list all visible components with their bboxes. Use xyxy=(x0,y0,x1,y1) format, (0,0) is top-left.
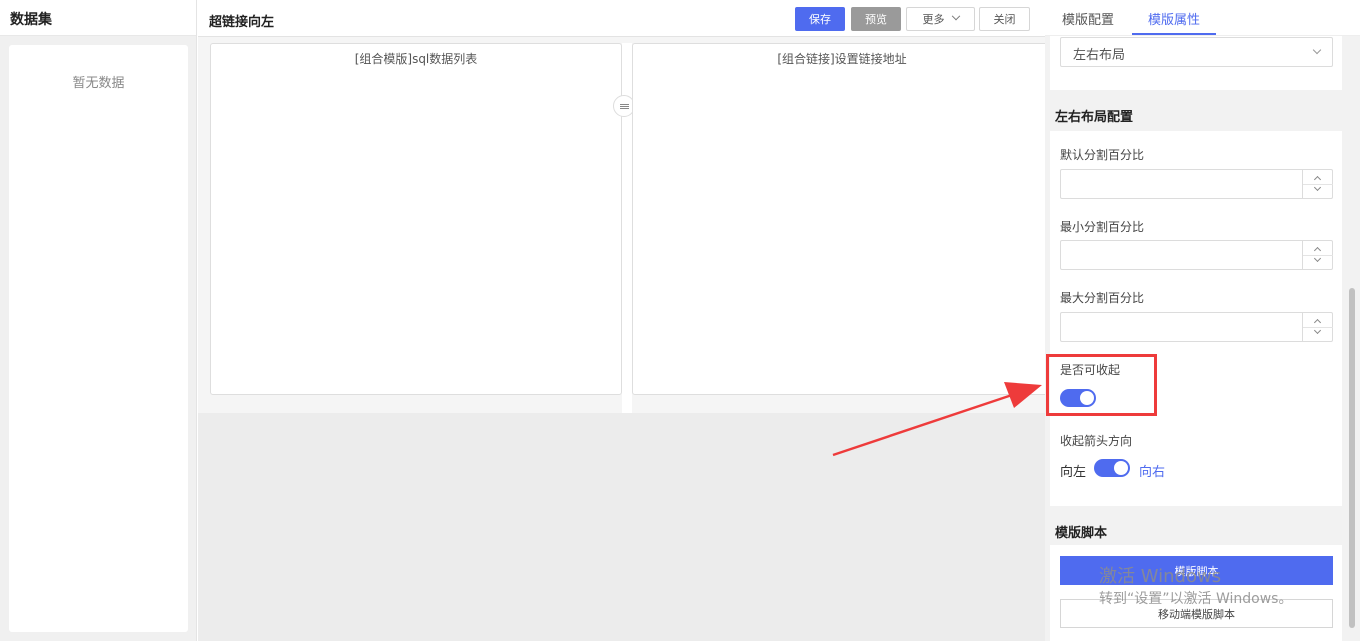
layout-config-title: 左右布局配置 xyxy=(1055,110,1134,125)
default-split-stepper[interactable] xyxy=(1302,170,1333,198)
more-dropdown-button[interactable]: 更多 xyxy=(906,7,975,31)
template-script-button[interactable]: 模版脚本 xyxy=(1060,556,1333,585)
editor-toolbar: 超链接向左 保存 预览 更多 关闭 xyxy=(198,0,1045,37)
layout-type-value: 左右布局 xyxy=(1073,48,1126,63)
chevron-down-icon xyxy=(1313,183,1322,192)
chevron-down-icon xyxy=(1313,254,1322,263)
active-tab-indicator xyxy=(1132,33,1216,35)
layout-canvas: [组合模版]sql数据列表 [组合链接]设置链接地址 xyxy=(198,37,1052,413)
template-script-title: 模版脚本 xyxy=(1055,526,1108,541)
right-pane-title: [组合链接]设置链接地址 xyxy=(777,52,907,66)
dataset-panel-title: 数据集 xyxy=(0,0,196,36)
more-button-label: 更多 xyxy=(922,13,945,26)
layout-type-select[interactable]: 左右布局 xyxy=(1060,37,1333,67)
layout-type-card: 左右布局 xyxy=(1050,36,1342,90)
chevron-down-icon xyxy=(1313,326,1322,335)
arrow-direction-toggle[interactable] xyxy=(1094,459,1130,477)
layout-config-card: 默认分割百分比 最小分割百分比 最大分割百分比 是否可收起 收起箭头方向 向左 … xyxy=(1050,131,1342,506)
left-pane-title: [组合模版]sql数据列表 xyxy=(354,52,478,66)
default-split-label: 默认分割百分比 xyxy=(1060,148,1145,162)
page-title: 超链接向左 xyxy=(209,15,275,30)
editor-area: 超链接向左 保存 预览 更多 关闭 [组合模版]sql数据列表 [组合链接]设置… xyxy=(198,0,1052,641)
mobile-script-button[interactable]: 移动端模版脚本 xyxy=(1060,599,1333,628)
left-pane[interactable]: [组合模版]sql数据列表 xyxy=(210,43,622,395)
chevron-up-icon xyxy=(1313,175,1322,184)
tab-template-config[interactable]: 模版配置 xyxy=(1062,9,1114,28)
max-split-stepper[interactable] xyxy=(1302,313,1333,341)
dataset-list: 暂无数据 xyxy=(9,45,188,632)
chevron-up-icon xyxy=(1313,246,1322,255)
min-split-stepper[interactable] xyxy=(1302,241,1333,269)
properties-panel: 模版配置 模版属性 左右布局 左右布局配置 默认分割百分比 最小分割百分比 最大… xyxy=(1045,0,1360,641)
chevron-up-icon xyxy=(1313,318,1322,327)
default-split-input[interactable] xyxy=(1060,169,1333,199)
dataset-panel: 数据集 暂无数据 xyxy=(0,0,197,641)
highlight-annotation-box xyxy=(1046,354,1157,416)
right-pane[interactable]: [组合链接]设置链接地址 xyxy=(632,43,1052,395)
close-button[interactable]: 关闭 xyxy=(979,7,1030,31)
min-split-input[interactable] xyxy=(1060,240,1333,270)
arrow-direction-label: 收起箭头方向 xyxy=(1060,434,1133,448)
tab-template-properties[interactable]: 模版属性 xyxy=(1148,9,1200,28)
empty-state-text: 暂无数据 xyxy=(72,76,125,91)
script-card: 模版脚本 移动端模版脚本 xyxy=(1050,545,1342,641)
min-split-label: 最小分割百分比 xyxy=(1060,220,1145,234)
max-split-input[interactable] xyxy=(1060,312,1333,342)
chevron-down-icon xyxy=(951,11,960,21)
direction-left-label: 向左 xyxy=(1060,465,1087,480)
properties-scrollbar[interactable] xyxy=(1349,288,1355,628)
max-split-label: 最大分割百分比 xyxy=(1060,291,1145,305)
save-button[interactable]: 保存 xyxy=(795,7,845,31)
chevron-down-icon xyxy=(1312,45,1322,55)
direction-right-label: 向右 xyxy=(1139,465,1166,480)
preview-button[interactable]: 预览 xyxy=(851,7,901,31)
property-tabs: 模版配置 模版属性 xyxy=(1045,0,1360,36)
